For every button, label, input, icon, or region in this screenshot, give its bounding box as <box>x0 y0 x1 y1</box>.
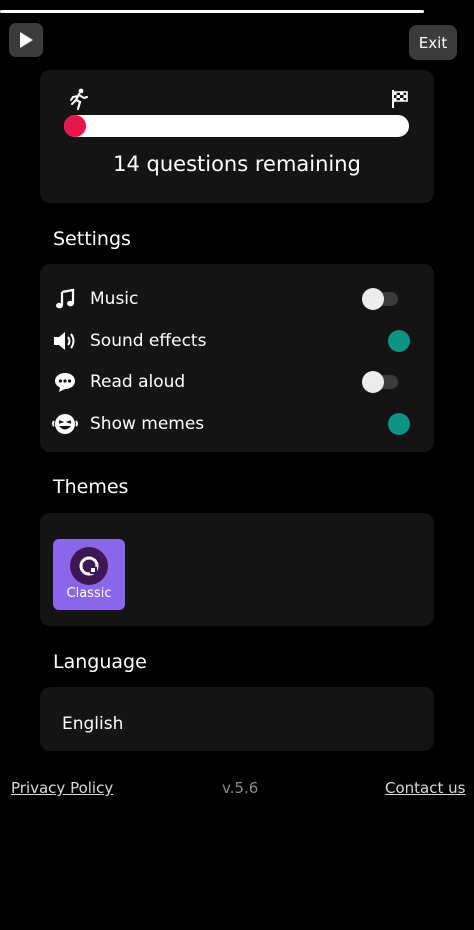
theme-label: Classic <box>66 586 112 601</box>
themes-card: Classic <box>40 513 434 626</box>
language-title: Language <box>53 651 147 673</box>
speaker-icon <box>52 328 78 354</box>
sound-effects-toggle[interactable] <box>388 330 410 352</box>
setting-label: Music <box>90 289 139 309</box>
progress-card: 14 questions remaining <box>40 70 434 203</box>
settings-card: Music Sound effects Read aloud Show meme… <box>40 264 434 452</box>
setting-music[interactable]: Music <box>52 284 422 314</box>
privacy-policy-link[interactable]: Privacy Policy <box>11 779 113 797</box>
speech-bubble-icon <box>52 369 78 395</box>
setting-label: Read aloud <box>90 372 186 392</box>
themes-title: Themes <box>53 476 129 498</box>
setting-sound-effects[interactable]: Sound effects <box>52 326 422 356</box>
play-button[interactable] <box>9 23 43 57</box>
questions-remaining-text: 14 questions remaining <box>113 152 361 176</box>
language-selector[interactable]: English <box>40 687 434 751</box>
theme-classic[interactable]: Classic <box>53 539 125 610</box>
settings-title: Settings <box>53 228 131 250</box>
music-note-icon <box>52 286 78 312</box>
language-value: English <box>62 714 124 734</box>
exit-button[interactable]: Exit <box>409 25 457 60</box>
play-icon <box>20 32 33 48</box>
music-toggle[interactable] <box>362 288 398 310</box>
checkered-flag-icon <box>392 90 408 108</box>
version-text: v.5.6 <box>222 779 259 797</box>
show-memes-toggle[interactable] <box>388 413 410 435</box>
setting-show-memes[interactable]: Show memes <box>52 409 422 439</box>
top-progress-line <box>0 10 424 13</box>
setting-label: Show memes <box>90 414 205 434</box>
progress-track <box>64 115 409 137</box>
quizizz-logo-icon <box>70 547 108 585</box>
laughing-face-icon <box>52 411 78 437</box>
progress-fill <box>64 115 86 137</box>
runner-icon <box>70 88 88 110</box>
toggle-knob <box>362 288 384 310</box>
setting-read-aloud[interactable]: Read aloud <box>52 367 422 397</box>
setting-label: Sound effects <box>90 331 207 351</box>
contact-us-link[interactable]: Contact us <box>385 779 465 797</box>
read-aloud-toggle[interactable] <box>362 371 398 393</box>
toggle-knob <box>362 371 384 393</box>
